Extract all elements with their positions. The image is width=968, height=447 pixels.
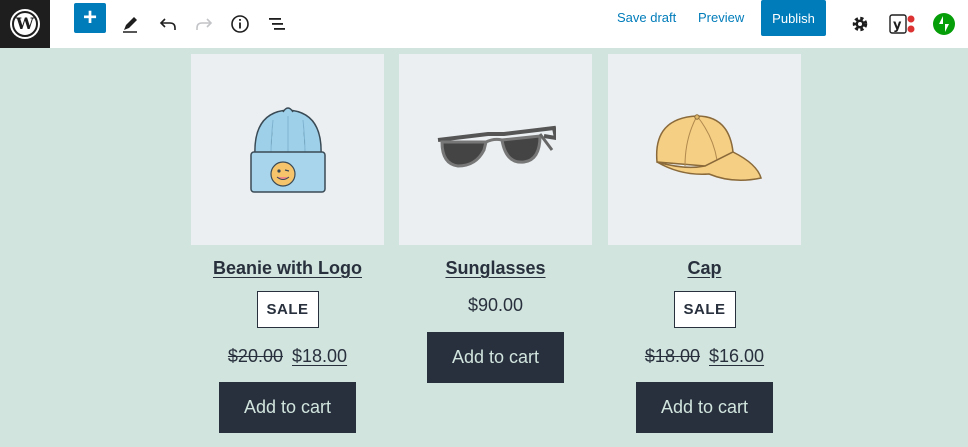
list-view-icon (269, 18, 285, 30)
beanie-image (249, 106, 326, 193)
details-button[interactable] (224, 8, 256, 40)
plus-icon: + (82, 4, 97, 31)
regular-price: $20.00 (227, 346, 283, 366)
undo-button[interactable] (152, 8, 184, 40)
sale-badge: SALE (256, 291, 319, 328)
yoast-button[interactable]: y (886, 8, 918, 40)
sale-price: $18.00 (292, 346, 348, 366)
preview-button[interactable]: Preview (698, 10, 744, 28)
product-title[interactable]: Cap (687, 258, 721, 279)
redo-button[interactable] (188, 8, 220, 40)
cap-image (655, 113, 762, 181)
product-price: $20.00 $18.00 (191, 346, 384, 367)
sunglasses-image (437, 125, 556, 168)
editor-toolbar: W + Save draft Preview Publish y (0, 0, 968, 48)
product-image[interactable] (608, 54, 801, 245)
add-block-button[interactable]: + (74, 3, 106, 33)
product-card: Beanie with Logo SALE $20.00 $18.00 Add … (191, 54, 384, 433)
product-image[interactable] (399, 54, 592, 245)
wordpress-logo-icon[interactable]: W (0, 0, 50, 48)
list-view-button[interactable] (261, 8, 293, 40)
product-price: $18.00 $16.00 (608, 346, 801, 367)
svg-text:y: y (893, 18, 902, 33)
redo-icon (196, 18, 213, 30)
publish-button[interactable]: Publish (761, 0, 826, 36)
add-to-cart-button[interactable]: Add to cart (427, 332, 564, 383)
pencil-icon (123, 17, 137, 33)
product-price: $90.00 (467, 295, 524, 315)
tools-button[interactable] (114, 8, 146, 40)
sale-badge: SALE (673, 291, 736, 328)
product-title[interactable]: Sunglasses (445, 258, 545, 279)
yoast-icon: y (889, 14, 915, 34)
undo-icon (159, 18, 176, 30)
regular-price: $18.00 (644, 346, 700, 366)
product-card: Cap SALE $18.00 $16.00 Add to cart (608, 54, 801, 433)
info-icon (231, 15, 249, 33)
product-card: Sunglasses $90.00 Add to cart (399, 54, 592, 383)
add-to-cart-button[interactable]: Add to cart (636, 382, 773, 433)
gear-icon (852, 16, 868, 32)
save-draft-button[interactable]: Save draft (617, 10, 676, 28)
sale-price: $16.00 (709, 346, 765, 366)
jetpack-icon (933, 13, 955, 35)
settings-button[interactable] (844, 8, 876, 40)
jetpack-button[interactable] (928, 8, 960, 40)
product-image[interactable] (191, 54, 384, 245)
add-to-cart-button[interactable]: Add to cart (219, 382, 356, 433)
product-title[interactable]: Beanie with Logo (213, 258, 362, 279)
